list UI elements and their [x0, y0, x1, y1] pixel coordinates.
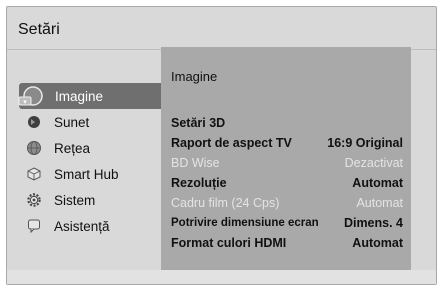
- option-value: Automat: [352, 176, 403, 190]
- menu-item-smart-hub[interactable]: Smart Hub: [21, 161, 161, 187]
- option-label: Format culori HDMI: [171, 236, 287, 250]
- settings-screen: Setări ▾ Imagine Sunet Rețea Smart Hub S…: [6, 6, 437, 285]
- option-label: Raport de aspect TV: [171, 136, 292, 150]
- support-icon: [26, 218, 42, 234]
- option-label: Potrivire dimensiune ecran: [171, 217, 319, 229]
- smart-hub-cube-icon: [26, 166, 42, 182]
- menu-item-label: Rețea: [54, 140, 91, 156]
- panel-title: Imagine: [171, 69, 218, 84]
- menu-item-sunet[interactable]: Sunet: [21, 109, 161, 135]
- option-row-cadru-film: Cadru film (24 Cps) Automat: [171, 193, 403, 213]
- picture-icon: ▾: [17, 86, 45, 106]
- option-value: Automat: [352, 236, 403, 250]
- option-value: Dimens. 4: [343, 216, 403, 230]
- menu-item-label: Smart Hub: [54, 166, 119, 182]
- option-label: BD Wise: [171, 156, 220, 170]
- svg-text:▾: ▾: [23, 98, 27, 106]
- speaker-icon: [26, 114, 42, 130]
- option-label: Setări 3D: [171, 116, 226, 130]
- option-label: Cadru film (24 Cps): [171, 196, 280, 210]
- menu-item-sistem[interactable]: Sistem: [21, 187, 161, 213]
- option-row-potrivire-dimensiune[interactable]: Potrivire dimensiune ecran Dimens. 4: [171, 213, 403, 233]
- network-globe-icon: [26, 140, 42, 156]
- option-value: 16:9 Original: [327, 136, 403, 150]
- gear-icon: [26, 192, 42, 208]
- menu-item-label: Asistență: [54, 218, 110, 234]
- option-row-rezolutie[interactable]: Rezoluție Automat: [171, 173, 403, 193]
- footer-bar: [7, 270, 436, 284]
- settings-menu: ▾ Imagine Sunet Rețea Smart Hub Sistem A…: [17, 83, 163, 239]
- menu-item-label: Sunet: [54, 114, 90, 130]
- options-panel: Imagine Setări 3D Raport de aspect TV 16…: [161, 47, 411, 273]
- menu-item-asistenta[interactable]: Asistență: [21, 213, 161, 239]
- options-list: Setări 3D Raport de aspect TV 16:9 Origi…: [171, 113, 403, 253]
- option-value: Automat: [356, 196, 403, 210]
- option-row-setari-3d[interactable]: Setări 3D: [171, 113, 403, 133]
- option-row-bd-wise: BD Wise Dezactivat: [171, 153, 403, 173]
- menu-item-label: Sistem: [54, 192, 96, 208]
- option-value: Dezactivat: [344, 156, 403, 170]
- menu-item-label: Imagine: [55, 88, 104, 104]
- page-title: Setări: [18, 21, 60, 38]
- menu-item-imagine[interactable]: ▾ Imagine: [17, 83, 163, 109]
- option-label: Rezoluție: [171, 176, 227, 190]
- option-row-format-culori[interactable]: Format culori HDMI Automat: [171, 233, 403, 253]
- option-row-raport-aspect[interactable]: Raport de aspect TV 16:9 Original: [171, 133, 403, 153]
- menu-item-retea[interactable]: Rețea: [21, 135, 161, 161]
